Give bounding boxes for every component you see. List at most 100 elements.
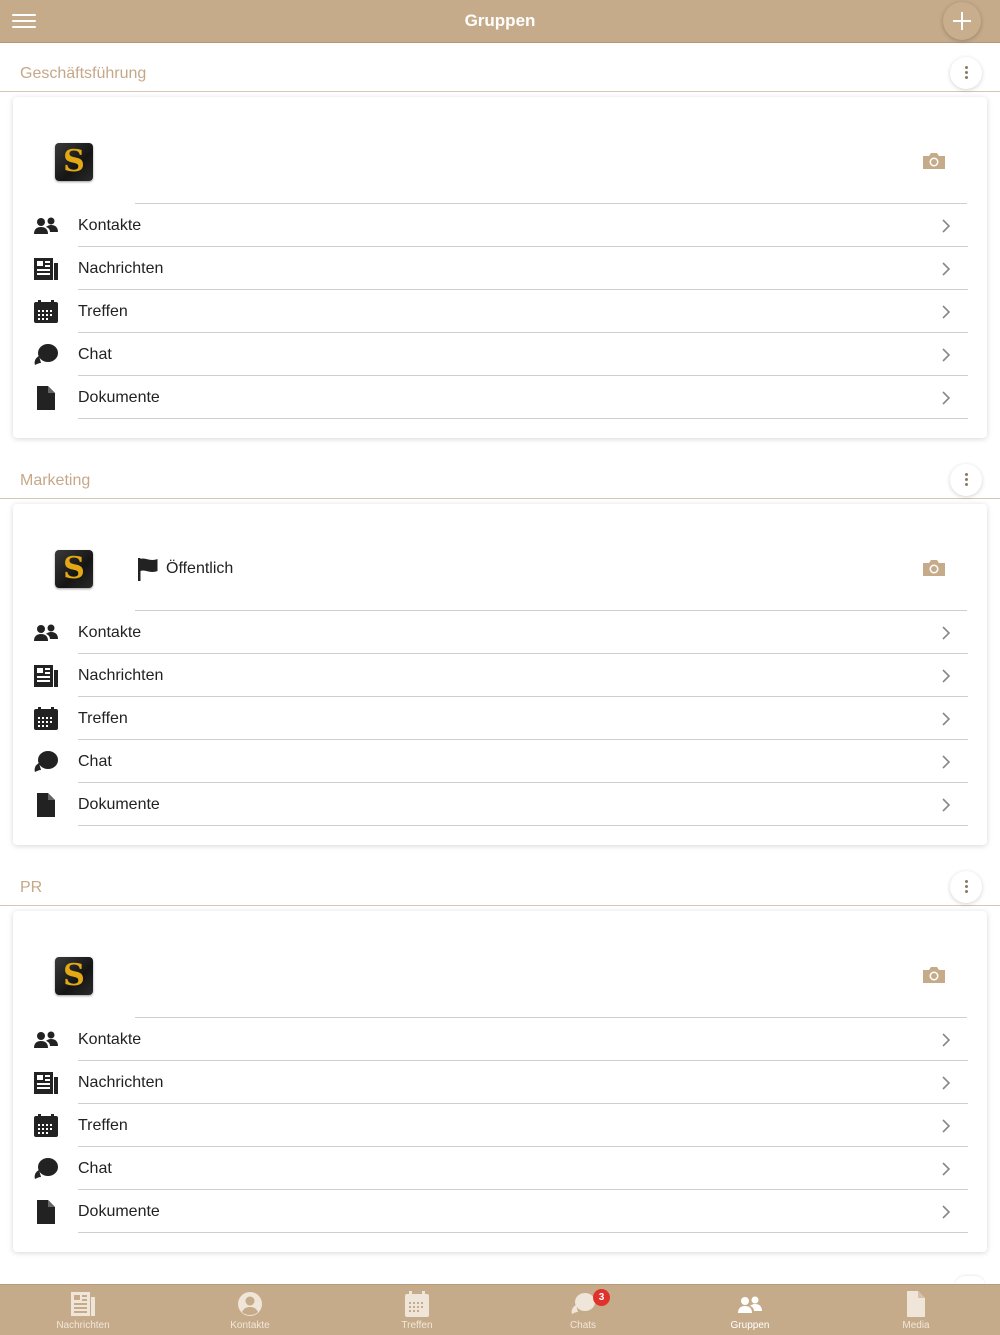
group-row-contacts[interactable]: Kontakte bbox=[13, 1018, 987, 1061]
group-logo: S bbox=[55, 550, 93, 588]
chevron-right-icon bbox=[942, 1076, 951, 1090]
newspaper-icon bbox=[34, 665, 58, 687]
more-options-button[interactable] bbox=[950, 57, 982, 89]
group-row-meetings[interactable]: Treffen bbox=[13, 290, 987, 333]
document-icon bbox=[37, 793, 55, 817]
group-card: S Kontakte Nachrichten Treffen Chat Doku… bbox=[13, 911, 987, 1252]
row-label: Chat bbox=[78, 1160, 112, 1177]
row-label: Nachrichten bbox=[78, 1074, 164, 1091]
chevron-right-icon bbox=[942, 712, 951, 726]
calendar-icon bbox=[34, 1114, 58, 1137]
row-label: Chat bbox=[78, 346, 112, 363]
camera-icon[interactable] bbox=[921, 965, 947, 985]
group-row-news[interactable]: Nachrichten bbox=[13, 1061, 987, 1104]
public-badge: Öffentlich bbox=[137, 552, 233, 586]
group-logo: S bbox=[55, 143, 93, 181]
chevron-right-icon bbox=[942, 305, 951, 319]
document-icon bbox=[37, 386, 55, 410]
chevron-right-icon bbox=[942, 755, 951, 769]
chevron-right-icon bbox=[942, 1119, 951, 1133]
divider bbox=[78, 1232, 968, 1233]
add-group-button[interactable] bbox=[943, 2, 981, 40]
group-name: PR bbox=[20, 879, 43, 896]
row-label: Nachrichten bbox=[78, 667, 164, 684]
newspaper-icon bbox=[34, 1072, 58, 1094]
calendar-icon bbox=[34, 707, 58, 730]
row-label: Dokumente bbox=[78, 1203, 160, 1220]
tab-label: Treffen bbox=[401, 1320, 433, 1331]
group-row-news[interactable]: Nachrichten bbox=[13, 247, 987, 290]
calendar-icon bbox=[405, 1291, 429, 1317]
tab-label: Media bbox=[902, 1320, 930, 1331]
row-label: Treffen bbox=[78, 1117, 128, 1134]
group-row-documents[interactable]: Dokumente bbox=[13, 783, 987, 826]
chevron-right-icon bbox=[942, 626, 951, 640]
row-label: Chat bbox=[78, 753, 112, 770]
public-label: Öffentlich bbox=[166, 560, 234, 577]
tab-label: Nachrichten bbox=[56, 1320, 110, 1331]
users-icon bbox=[34, 624, 58, 641]
row-label: Kontakte bbox=[78, 217, 142, 234]
page-title: Gruppen bbox=[464, 11, 536, 30]
group-row-contacts[interactable]: Kontakte bbox=[13, 611, 987, 654]
users-icon bbox=[34, 1031, 58, 1048]
chevron-right-icon bbox=[942, 798, 951, 812]
tab-label: Gruppen bbox=[730, 1320, 770, 1331]
tab-gruppen[interactable]: Gruppen bbox=[690, 1285, 810, 1335]
newspaper-icon bbox=[34, 258, 58, 280]
tab-label: Kontakte bbox=[230, 1320, 270, 1331]
chevron-right-icon bbox=[942, 348, 951, 362]
chevron-right-icon bbox=[942, 1033, 951, 1047]
group-row-news[interactable]: Nachrichten bbox=[13, 654, 987, 697]
group-header: Geschäftsführung bbox=[0, 43, 1000, 92]
more-options-button[interactable] bbox=[950, 464, 982, 496]
group-row-meetings[interactable]: Treffen bbox=[13, 697, 987, 740]
row-label: Kontakte bbox=[78, 624, 142, 641]
chevron-right-icon bbox=[942, 219, 951, 233]
top-app-bar: Gruppen bbox=[0, 0, 1000, 43]
document-icon bbox=[37, 1200, 55, 1224]
more-options-button[interactable] bbox=[950, 871, 982, 903]
tab-treffen[interactable]: Treffen bbox=[357, 1285, 477, 1335]
camera-icon[interactable] bbox=[921, 558, 947, 578]
users-icon bbox=[738, 1296, 762, 1313]
group-header: Marketing bbox=[0, 450, 1000, 499]
bottom-tab-bar: Nachrichten Kontakte Treffen 3 Chats Gru… bbox=[0, 1284, 1000, 1335]
group-row-documents[interactable]: Dokumente bbox=[13, 1190, 987, 1233]
row-label: Nachrichten bbox=[78, 260, 164, 277]
row-label: Treffen bbox=[78, 303, 128, 320]
group-section: Geschäftsführung S Kontakte Nachrichten … bbox=[0, 43, 1000, 450]
group-row-meetings[interactable]: Treffen bbox=[13, 1104, 987, 1147]
group-name: Marketing bbox=[20, 472, 91, 489]
group-row-contacts[interactable]: Kontakte bbox=[13, 204, 987, 247]
tab-media[interactable]: Media bbox=[856, 1285, 976, 1335]
divider bbox=[78, 825, 968, 826]
group-section: Marketing S Öffentlich Kontakte Nachrich… bbox=[0, 450, 1000, 857]
chevron-right-icon bbox=[942, 391, 951, 405]
group-header: PR bbox=[0, 857, 1000, 906]
row-label: Kontakte bbox=[78, 1031, 142, 1048]
chat-bubbles-icon bbox=[571, 1293, 595, 1314]
users-icon bbox=[34, 217, 58, 234]
divider bbox=[78, 418, 968, 419]
tab-chats[interactable]: 3 Chats bbox=[523, 1285, 643, 1335]
group-card: S Kontakte Nachrichten Treffen Chat Doku… bbox=[13, 97, 987, 438]
row-label: Dokumente bbox=[78, 389, 160, 406]
chat-bubble-icon bbox=[34, 751, 58, 772]
camera-icon[interactable] bbox=[921, 151, 947, 171]
group-row-chat[interactable]: Chat bbox=[13, 333, 987, 376]
chevron-right-icon bbox=[942, 669, 951, 683]
group-logo: S bbox=[55, 957, 93, 995]
group-row-chat[interactable]: Chat bbox=[13, 1147, 987, 1190]
tab-label: Chats bbox=[569, 1320, 597, 1331]
group-row-chat[interactable]: Chat bbox=[13, 740, 987, 783]
group-row-documents[interactable]: Dokumente bbox=[13, 376, 987, 419]
chat-bubble-icon bbox=[34, 344, 58, 365]
user-circle-icon bbox=[238, 1292, 262, 1316]
chevron-right-icon bbox=[942, 262, 951, 276]
group-section: PR S Kontakte Nachrichten Treffen Chat D… bbox=[0, 857, 1000, 1264]
tab-kontakte[interactable]: Kontakte bbox=[190, 1285, 310, 1335]
tab-nachrichten[interactable]: Nachrichten bbox=[23, 1285, 143, 1335]
chevron-right-icon bbox=[942, 1205, 951, 1219]
document-icon bbox=[907, 1291, 925, 1317]
